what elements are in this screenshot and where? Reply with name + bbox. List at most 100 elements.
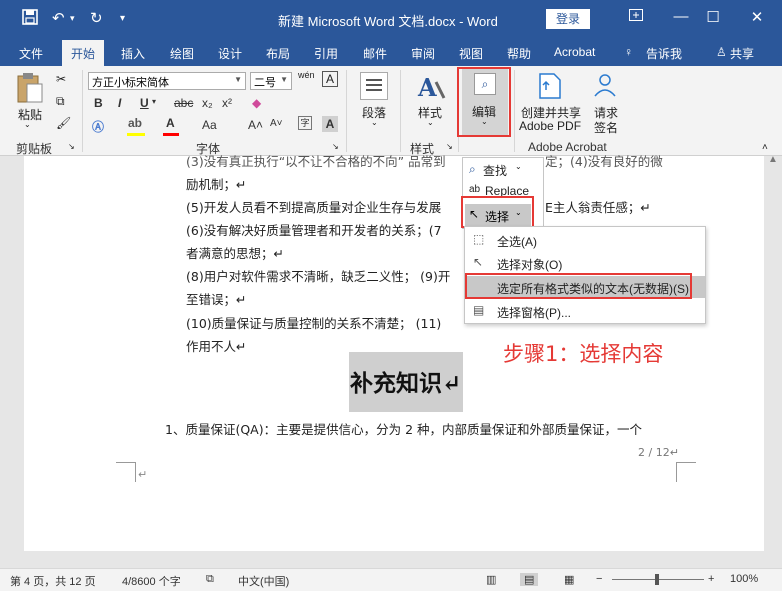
- paste-dropdown-icon[interactable]: ⌄: [24, 120, 31, 129]
- shrink-font-icon[interactable]: A˅: [270, 118, 283, 129]
- tab-help[interactable]: 帮助: [507, 45, 531, 62]
- menu-item-label: 选择窗格(P)...: [497, 306, 571, 320]
- clear-formatting-icon[interactable]: ◆: [252, 96, 261, 110]
- page-number: 2 / 12↵: [638, 446, 679, 459]
- save-icon[interactable]: [22, 9, 38, 29]
- undo-dropdown-icon[interactable]: ▾: [70, 13, 75, 24]
- grow-font-icon[interactable]: A˄: [248, 118, 263, 132]
- request-signature-icon[interactable]: [590, 72, 620, 103]
- text-effects-icon[interactable]: Ⓐ: [92, 118, 104, 135]
- italic-icon[interactable]: I: [118, 96, 121, 110]
- paragraph-icon[interactable]: [360, 72, 388, 103]
- format-painter-icon[interactable]: 🖌: [56, 116, 71, 130]
- find-icon: ⌕: [469, 162, 476, 176]
- styles-icon[interactable]: A: [416, 72, 446, 105]
- proofing-icon[interactable]: ⧉: [206, 573, 214, 586]
- read-mode-icon[interactable]: ▥: [486, 573, 496, 586]
- copy-icon[interactable]: ⧉: [56, 94, 65, 109]
- divider: [82, 70, 83, 152]
- zoom-slider-thumb[interactable]: [655, 574, 659, 585]
- strikethrough-icon[interactable]: abc: [174, 96, 193, 110]
- tab-layout[interactable]: 布局: [266, 45, 290, 62]
- font-size-select[interactable]: 二号 ▼: [250, 72, 292, 90]
- doc-line: 者满意的思想；↵: [186, 246, 284, 261]
- tab-acrobat[interactable]: Acrobat: [554, 45, 595, 59]
- cut-icon[interactable]: ✂: [56, 72, 66, 86]
- ribbon-tabs: 文件 开始 插入 绘图 设计 布局 引用 邮件 审阅 视图 帮助 Acrobat…: [0, 38, 782, 66]
- doc-line: 励机制；↵: [186, 177, 247, 192]
- share-icon[interactable]: ♙: [716, 45, 727, 59]
- underline-dropdown-icon[interactable]: ▾: [152, 97, 156, 106]
- heading-selected[interactable]: 补充知识↵: [349, 352, 463, 412]
- zoom-in-icon[interactable]: +: [708, 573, 714, 585]
- tab-mailings[interactable]: 邮件: [363, 45, 387, 62]
- web-layout-icon[interactable]: ▦: [564, 573, 574, 586]
- divider: [346, 70, 347, 152]
- tab-home[interactable]: 开始: [62, 40, 105, 66]
- chevron-down-icon: ⌄: [371, 118, 378, 127]
- bold-icon[interactable]: B: [94, 96, 103, 110]
- menu-item-selection-pane[interactable]: ▤ 选择窗格(P)...: [465, 300, 705, 322]
- tell-me-search[interactable]: 告诉我: [646, 45, 682, 62]
- underline-icon[interactable]: U: [140, 96, 149, 110]
- login-button[interactable]: 登录: [546, 9, 590, 29]
- collapse-ribbon-icon[interactable]: ˄: [762, 142, 768, 153]
- word-count[interactable]: 4/8600 个字: [122, 573, 181, 589]
- svg-text:A: A: [417, 73, 437, 102]
- phonetic-guide-icon[interactable]: wén: [298, 70, 315, 80]
- font-color-icon[interactable]: A: [166, 116, 175, 130]
- scroll-up-icon[interactable]: ▲: [768, 154, 778, 165]
- ribbon: 粘贴 ⌄ ✂ ⧉ 🖌 剪贴板 ↘ 方正小标宋简体 ▼ 二号 ▼ wén A B …: [0, 66, 782, 156]
- tab-insert[interactable]: 插入: [121, 45, 145, 62]
- adobe-pdf-label[interactable]: Adobe PDF: [519, 119, 581, 133]
- divider: [514, 70, 515, 152]
- tab-design[interactable]: 设计: [218, 45, 242, 62]
- language[interactable]: 中文(中国): [238, 573, 289, 589]
- font-color-swatch: [163, 133, 179, 136]
- close-icon[interactable]: ✕: [742, 8, 772, 26]
- menu-item-select-all[interactable]: ⬚ 全选(A): [465, 229, 705, 251]
- clipboard-launcher-icon[interactable]: ↘: [68, 142, 75, 151]
- window-title: 新建 Microsoft Word 文档.docx - Word: [278, 14, 498, 29]
- doc-line: (5)开发人员看不到提高质量对企业生存与发展: [186, 200, 442, 215]
- print-layout-icon[interactable]: ▤: [520, 573, 539, 586]
- chevron-down-icon: ▼: [280, 75, 288, 84]
- character-border-icon[interactable]: A: [322, 71, 338, 87]
- tab-references[interactable]: 引用: [314, 45, 338, 62]
- share-button[interactable]: 共享: [730, 45, 754, 62]
- signature-label[interactable]: 签名: [594, 119, 618, 136]
- tab-review[interactable]: 审阅: [411, 45, 435, 62]
- character-shading-icon[interactable]: A: [322, 116, 338, 132]
- paste-icon[interactable]: [16, 72, 44, 107]
- customize-toolbar-icon[interactable]: ▾: [120, 13, 125, 24]
- superscript-icon[interactable]: x²: [222, 96, 232, 110]
- change-case-icon[interactable]: Aa: [202, 118, 217, 132]
- styles-launcher-icon[interactable]: ↘: [446, 142, 453, 151]
- undo-icon[interactable]: ↶: [52, 9, 65, 27]
- enclosed-char-icon[interactable]: 字: [298, 116, 312, 130]
- redo-icon[interactable]: ↻: [90, 9, 103, 27]
- doc-line: (6)没有解决好质量管理者和开发者的关系；(7: [186, 223, 442, 238]
- lightbulb-icon: ♀: [624, 45, 633, 59]
- maximize-icon[interactable]: ☐: [698, 8, 728, 26]
- zoom-out-icon[interactable]: −: [596, 573, 602, 585]
- highlight-icon[interactable]: ab: [128, 116, 142, 130]
- font-launcher-icon[interactable]: ↘: [332, 142, 339, 151]
- menu-item-label: 选择对象(O): [497, 258, 563, 272]
- return-mark: ↵: [138, 468, 148, 481]
- menu-item-select-objects[interactable]: ↖ 选择对象(O): [465, 252, 705, 274]
- page-count[interactable]: 第 4 页，共 12 页: [10, 573, 96, 589]
- tab-file[interactable]: 文件: [19, 45, 43, 62]
- minimize-icon[interactable]: —: [666, 8, 696, 25]
- highlight-color-swatch: [127, 133, 145, 136]
- tab-draw[interactable]: 绘图: [170, 45, 194, 62]
- doc-paragraph: 1、质量保证(QA)：主要是提供信心，分为 2 种，内部质量保证和外部质量保证，…: [165, 422, 642, 437]
- find-button[interactable]: 查找: [483, 162, 507, 179]
- create-pdf-icon[interactable]: [538, 72, 562, 103]
- zoom-level[interactable]: 100%: [730, 573, 758, 585]
- vertical-scrollbar[interactable]: ▲: [764, 154, 782, 568]
- font-family-select[interactable]: 方正小标宋简体 ▼: [88, 72, 246, 90]
- tab-view[interactable]: 视图: [459, 45, 483, 62]
- ribbon-display-icon[interactable]: [621, 8, 651, 25]
- subscript-icon[interactable]: x₂: [202, 96, 213, 110]
